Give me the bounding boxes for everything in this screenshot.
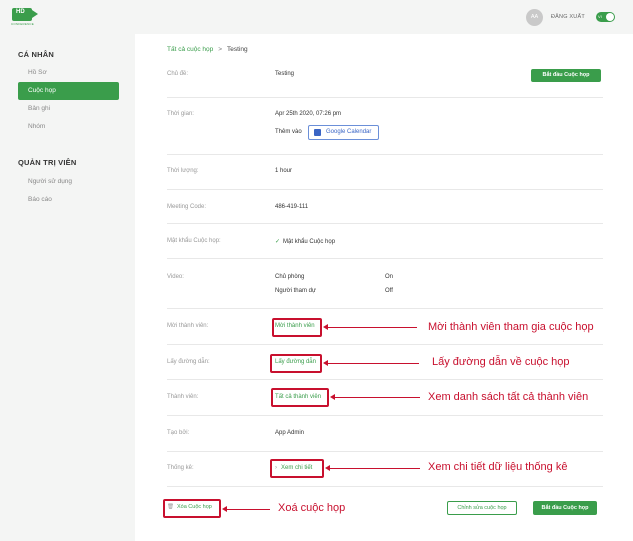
start-meeting-bottom-button[interactable]: Bắt đầu Cuộc họp (533, 501, 597, 515)
password-value-text: Mật khẩu Cuộc họp (283, 239, 336, 245)
logo-subtext: CONFERENCE (11, 22, 35, 26)
get-link-label: Lấy đường dẫn: (167, 359, 210, 365)
created-by-label: Tạo bởi: (167, 430, 190, 436)
get-link-highlight (270, 354, 322, 373)
duration-value: 1 hour (275, 168, 293, 174)
participant-video-value: Off (385, 288, 393, 294)
sidebar: CÁ NHÂN Hồ Sơ Cuộc họp Bản ghi Nhóm QUẢN… (0, 34, 135, 541)
meeting-code-value: 486-419-111 (275, 204, 309, 210)
video-label: Video: (167, 274, 184, 280)
created-by-value: App Admin (275, 430, 305, 436)
sidebar-item-users[interactable]: Người sử dụng (18, 173, 119, 191)
annotation-get-link: Lấy đường dẫn về cuộc họp (432, 356, 570, 368)
annotation-members: Xem danh sách tất cả thành viên (428, 391, 589, 403)
top-bar: HD CONFERENCE AA ĐĂNG XUẤT VI (0, 0, 633, 34)
duration-label: Thời lượng: (167, 168, 199, 174)
invite-label: Mời thành viên: (167, 323, 209, 329)
start-meeting-button[interactable]: Bắt đầu Cuộc họp (531, 69, 601, 82)
members-highlight (271, 388, 329, 407)
annotation-delete: Xoá cuộc họp (278, 502, 346, 514)
delete-highlight (163, 499, 221, 518)
sidebar-item-profile[interactable]: Hồ Sơ (18, 64, 119, 82)
meeting-code-label: Meeting Code: (167, 204, 207, 210)
annotation-invite: Mời thành viên tham gia cuộc họp (428, 321, 594, 333)
check-icon: ✓ (275, 239, 281, 245)
sidebar-item-reports[interactable]: Báo cáo (18, 191, 119, 209)
app-logo[interactable]: HD CONFERENCE (11, 8, 38, 28)
language-toggle[interactable]: VI (596, 12, 615, 22)
logo-text: HD (16, 9, 25, 15)
google-calendar-button[interactable]: Google Calendar (308, 125, 379, 140)
add-to-label: Thêm vào (275, 129, 302, 135)
breadcrumb-current: Testing (227, 46, 248, 53)
breadcrumb-all-meetings[interactable]: Tất cả cuộc họp (167, 46, 213, 53)
calendar-icon (314, 129, 321, 136)
annotation-statistics: Xem chi tiết dữ liệu thống kê (428, 461, 568, 473)
sidebar-section-admin: QUẢN TRỊ VIÊN (18, 158, 77, 167)
members-label: Thành viên: (167, 394, 199, 400)
statistics-label: Thống kê: (167, 465, 194, 471)
sidebar-item-recordings[interactable]: Bản ghi (18, 100, 119, 118)
time-value: Apr 25th 2020, 07:26 pm (275, 111, 342, 117)
breadcrumb: Tất cả cuộc họp > Testing (167, 46, 248, 53)
topic-value: Testing (275, 71, 295, 77)
password-value: ✓ Mật khẩu Cuộc họp (275, 238, 335, 245)
sidebar-item-groups[interactable]: Nhóm (18, 118, 119, 136)
avatar[interactable]: AA (526, 9, 543, 26)
host-video-label: Chủ phòng (275, 274, 305, 280)
language-toggle-label: VI (598, 14, 602, 19)
google-calendar-label: Google Calendar (326, 129, 372, 135)
sidebar-item-meetings[interactable]: Cuộc họp (18, 82, 119, 100)
participant-video-label: Người tham dự (275, 288, 316, 294)
sidebar-section-personal: CÁ NHÂN (18, 50, 54, 59)
logout-button[interactable]: ĐĂNG XUẤT (551, 14, 585, 20)
topic-label: Chủ đề: (167, 71, 189, 77)
breadcrumb-separator: > (218, 46, 223, 53)
edit-meeting-button[interactable]: Chỉnh sửa cuộc họp (447, 501, 517, 515)
statistics-highlight (270, 459, 324, 478)
host-video-value: On (385, 274, 394, 280)
password-label: Mật khẩu Cuộc họp: (167, 238, 221, 244)
time-label: Thời gian: (167, 111, 194, 117)
invite-highlight (272, 318, 322, 337)
